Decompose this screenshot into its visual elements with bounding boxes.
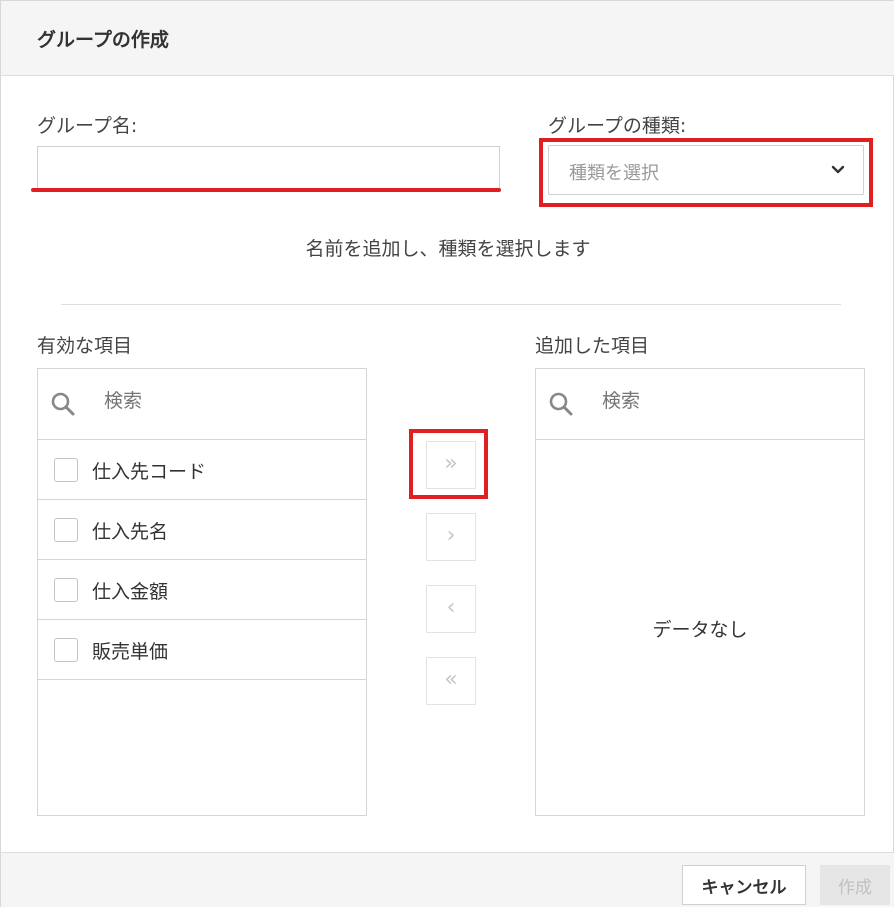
item-label: 仕入金額: [92, 581, 169, 603]
available-search-row: [38, 369, 366, 440]
search-icon: [51, 392, 75, 416]
added-search-input[interactable]: [602, 390, 802, 412]
available-search-input[interactable]: [104, 390, 304, 412]
item-label: 仕入先コード: [92, 461, 207, 483]
group-type-label: グループの種類:: [548, 115, 687, 137]
dialog-title: グループの作成: [37, 29, 169, 51]
added-items-title: 追加した項目: [535, 335, 650, 357]
remove-all-button[interactable]: «: [426, 657, 476, 705]
search-icon: [549, 392, 573, 416]
added-search-row: [536, 369, 864, 440]
add-all-highlight: [409, 429, 488, 499]
add-selected-button[interactable]: ›: [426, 513, 476, 561]
list-item[interactable]: 仕入先コード: [38, 440, 366, 500]
form-hint: 名前を追加し、種類を選択します: [305, 238, 591, 260]
section-divider: [61, 304, 841, 305]
item-label: 仕入先名: [92, 521, 169, 543]
dialog-footer: キャンセル 作成: [1, 852, 894, 907]
list-item[interactable]: 仕入先名: [38, 500, 366, 560]
added-items-panel: データなし: [535, 368, 865, 816]
group-name-input[interactable]: [37, 146, 500, 192]
cancel-button[interactable]: キャンセル: [682, 865, 806, 905]
item-label: 販売単価: [92, 641, 169, 663]
empty-state-text: データなし: [652, 619, 748, 641]
list-item[interactable]: 仕入金額: [38, 560, 366, 620]
create-button[interactable]: 作成: [820, 865, 890, 905]
item-checkbox[interactable]: [54, 458, 78, 482]
item-checkbox[interactable]: [54, 638, 78, 662]
dialog-header: グループの作成: [1, 1, 894, 76]
item-checkbox[interactable]: [54, 578, 78, 602]
item-checkbox[interactable]: [54, 518, 78, 542]
group-type-highlight: [539, 138, 873, 207]
available-items-panel: 仕入先コード 仕入先名 仕入金額 販売単価: [37, 368, 367, 816]
available-items-title: 有効な項目: [37, 335, 133, 357]
create-group-dialog: グループの作成 グループ名: グループの種類: 種類を選択 名前を追加し、種類を…: [0, 0, 894, 907]
group-name-highlight: [31, 188, 501, 192]
group-name-label: グループ名:: [37, 115, 138, 137]
list-item[interactable]: 販売単価: [38, 620, 366, 680]
remove-selected-button[interactable]: ‹: [426, 585, 476, 633]
